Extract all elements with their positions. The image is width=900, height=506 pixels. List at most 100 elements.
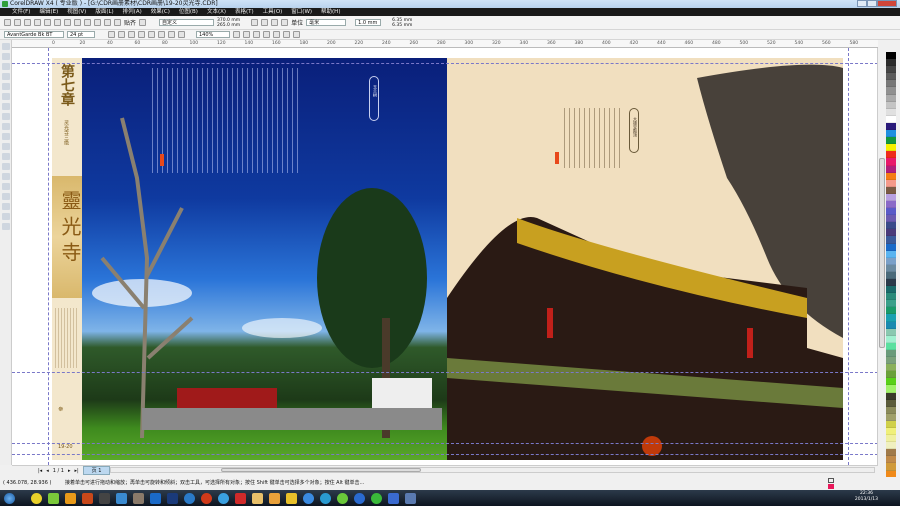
taskbar-app-icon[interactable] (337, 492, 348, 504)
duplicate-y-field[interactable]: 6.35 mm (392, 23, 412, 28)
color-swatch[interactable] (886, 208, 896, 216)
basic-shapes-icon[interactable] (2, 133, 10, 140)
color-swatch[interactable] (886, 307, 896, 315)
options-icon[interactable] (139, 19, 147, 26)
start-button[interactable] (4, 492, 15, 504)
taskbar-app-icon[interactable] (303, 492, 314, 504)
units-select[interactable]: 毫米 (306, 19, 347, 26)
color-swatch[interactable] (886, 357, 896, 365)
portrait-icon[interactable] (251, 19, 259, 26)
menu-layout[interactable]: 版面(L) (95, 8, 113, 16)
guideline[interactable] (12, 372, 878, 373)
open-icon[interactable] (14, 19, 21, 26)
guideline[interactable] (48, 48, 49, 465)
color-swatch[interactable] (886, 349, 896, 358)
horizontal-scrollbar[interactable] (110, 467, 875, 473)
color-swatch[interactable] (886, 73, 896, 81)
color-swatch[interactable] (886, 435, 896, 443)
zoom-in-icon[interactable] (233, 31, 240, 38)
all-pages-icon[interactable] (271, 19, 279, 26)
taskbar-app-icon[interactable] (150, 492, 161, 504)
interactive-fill-icon[interactable] (2, 223, 10, 230)
eyedropper-icon[interactable] (2, 193, 10, 200)
paste-icon[interactable] (64, 19, 71, 26)
taskbar-app-icon[interactable] (235, 492, 246, 504)
crop-tool-icon[interactable] (2, 63, 10, 70)
next-page-button[interactable]: ▸ (68, 468, 71, 474)
color-swatch[interactable] (886, 80, 896, 88)
prev-page-button[interactable]: ◂ (46, 468, 49, 474)
guideline[interactable] (12, 63, 878, 64)
system-clock[interactable]: 22:36 2013/1/13 (855, 491, 878, 503)
bold-icon[interactable] (108, 31, 115, 38)
color-swatch[interactable] (886, 399, 896, 407)
guideline[interactable] (848, 48, 849, 465)
vertical-text-icon[interactable] (178, 31, 185, 38)
color-swatch[interactable] (886, 87, 896, 95)
fill-tool-icon[interactable] (2, 213, 10, 220)
color-swatch[interactable] (886, 392, 896, 400)
taskbar-app-icon[interactable] (31, 492, 42, 504)
menu-table[interactable]: 表格(T) (235, 8, 254, 16)
bridge-taskbar-icon[interactable] (82, 492, 93, 504)
color-swatch[interactable] (886, 108, 896, 116)
table-tool-icon[interactable] (2, 153, 10, 160)
taskbar-app-icon[interactable] (184, 492, 195, 504)
color-swatch[interactable] (886, 371, 896, 379)
color-swatch[interactable] (886, 427, 896, 436)
color-swatch[interactable] (886, 442, 896, 450)
color-swatch[interactable] (886, 222, 896, 230)
color-swatch[interactable] (886, 257, 896, 265)
bullet-icon[interactable] (148, 31, 155, 38)
menu-help[interactable]: 帮助(H) (321, 8, 340, 16)
color-swatch[interactable] (886, 420, 896, 428)
taskbar-app-icon[interactable] (133, 492, 144, 504)
color-swatch[interactable] (886, 215, 896, 223)
color-swatch[interactable] (886, 300, 896, 308)
font-select[interactable]: AvantGarde Bk BT (4, 31, 64, 38)
browser-taskbar-icon[interactable] (218, 492, 229, 504)
minimize-button[interactable] (857, 0, 867, 7)
color-swatch[interactable] (886, 229, 896, 237)
ie-taskbar-icon[interactable] (354, 492, 365, 504)
landscape-icon[interactable] (261, 19, 269, 26)
page-height-field[interactable]: 265.0 mm (217, 23, 240, 28)
polygon-tool-icon[interactable] (2, 123, 10, 130)
zoom-height-icon[interactable] (293, 31, 300, 38)
color-swatch[interactable] (886, 115, 896, 123)
menu-view[interactable]: 视图(V) (67, 8, 86, 16)
menu-arrange[interactable]: 排列(A) (123, 8, 142, 16)
new-icon[interactable] (4, 19, 11, 26)
color-swatch[interactable] (886, 406, 896, 414)
color-swatch[interactable] (886, 342, 896, 350)
color-swatch[interactable] (886, 456, 896, 464)
vertical-scroll-thumb[interactable] (879, 158, 885, 348)
pick-tool-icon[interactable] (2, 43, 10, 50)
color-palette[interactable] (886, 52, 897, 506)
first-page-button[interactable]: |◂ (38, 468, 42, 474)
color-swatch[interactable] (886, 137, 896, 145)
launcher-icon[interactable] (114, 19, 121, 26)
import-icon[interactable] (94, 19, 101, 26)
color-swatch[interactable] (886, 130, 896, 138)
color-swatch[interactable] (886, 321, 896, 329)
font-size-select[interactable]: 24 pt (67, 31, 95, 38)
color-swatch[interactable] (886, 101, 896, 109)
vertical-scrollbar[interactable] (877, 48, 885, 465)
color-swatch[interactable] (886, 158, 896, 166)
copy-icon[interactable] (54, 19, 61, 26)
menu-text[interactable]: 文本(X) (207, 8, 226, 16)
color-swatch[interactable] (886, 279, 896, 287)
color-swatch[interactable] (886, 151, 896, 159)
color-swatch[interactable] (886, 165, 896, 173)
taskbar-app-icon[interactable] (405, 492, 416, 504)
media-player-taskbar-icon[interactable] (320, 492, 331, 504)
horizontal-ruler[interactable]: 0 20 40 60 80 100 120 140 160 180 200 220 240 260 280 3… (12, 40, 878, 48)
color-swatch[interactable] (886, 286, 896, 294)
color-swatch[interactable] (886, 335, 896, 343)
taskbar-app-icon[interactable] (388, 492, 399, 504)
color-swatch[interactable] (886, 271, 896, 279)
zoom-out-icon[interactable] (243, 31, 250, 38)
illustrator-taskbar-icon[interactable] (65, 492, 76, 504)
color-swatch[interactable] (886, 66, 896, 74)
